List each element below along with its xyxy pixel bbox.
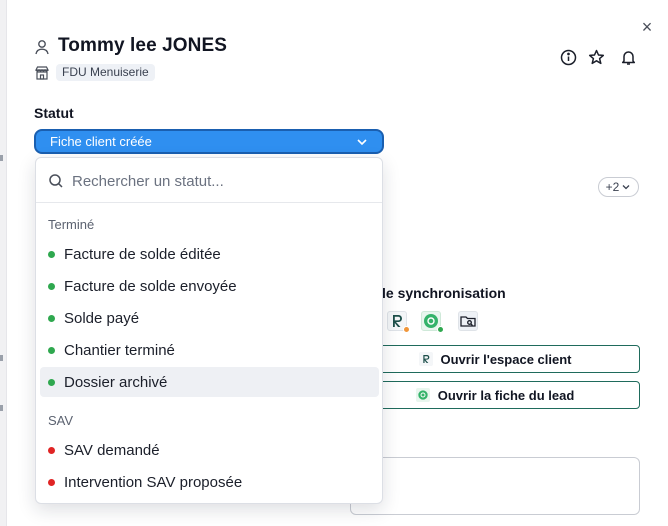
more-tags-count: +2 <box>605 180 620 194</box>
close-icon: × <box>641 16 653 37</box>
lead-logo-icon <box>415 388 430 402</box>
open-lead-button[interactable]: Ouvrir la fiche du lead <box>350 381 640 409</box>
sync-status-dot <box>403 326 410 333</box>
status-option[interactable]: SAV demandé <box>40 435 379 465</box>
status-option[interactable]: Chantier terminé <box>40 335 379 365</box>
status-dot <box>48 478 55 486</box>
status-dot <box>48 378 55 386</box>
status-dot <box>48 282 55 290</box>
info-button[interactable] <box>558 47 578 67</box>
status-search-input[interactable] <box>72 170 362 192</box>
open-client-space-label: Ouvrir l'espace client <box>440 351 572 367</box>
status-option-label: SAV demandé <box>64 441 160 459</box>
sync-status-dot <box>437 326 444 333</box>
search-icon <box>49 174 63 188</box>
status-option-label: Dossier archivé <box>64 373 168 391</box>
status-option[interactable]: Solde payé <box>40 303 379 333</box>
status-label: Statut <box>34 105 74 121</box>
person-icon <box>35 40 49 55</box>
sync-section-title: le synchronisation <box>382 285 506 301</box>
status-search <box>36 158 382 203</box>
more-tags-button[interactable]: +2 <box>598 177 639 197</box>
group-label-termine: Terminé <box>48 217 95 232</box>
notes-textarea[interactable] <box>350 457 640 515</box>
status-select[interactable]: Fiche client créée <box>34 129 384 154</box>
store-icon <box>35 66 49 80</box>
open-client-space-button[interactable]: Ouvrir l'espace client <box>350 345 640 373</box>
status-option-label: Facture de solde éditée <box>64 245 221 263</box>
status-option-label: Intervention SAV proposée <box>64 473 243 491</box>
background-marker <box>0 155 3 161</box>
chevron-down-icon <box>357 139 367 146</box>
folder-search-icon <box>460 316 476 327</box>
status-dot <box>48 250 55 258</box>
status-dot <box>48 346 55 354</box>
sync-app-lead-button[interactable] <box>421 311 444 333</box>
status-option-label: Chantier terminé <box>64 341 175 359</box>
info-icon <box>560 49 576 65</box>
status-option-label: Solde payé <box>64 309 140 327</box>
star-icon <box>588 49 604 64</box>
status-dot <box>48 314 55 322</box>
status-option-highlighted[interactable]: Dossier archivé <box>40 367 379 397</box>
status-option[interactable]: Facture de solde éditée <box>40 239 379 269</box>
status-selected-value: Fiche client créée <box>50 134 152 149</box>
client-name-title: Tommy lee JONES <box>58 35 228 56</box>
sync-folder-button[interactable] <box>458 311 478 331</box>
background-marker <box>0 405 3 411</box>
open-lead-label: Ouvrir la fiche du lead <box>437 387 575 403</box>
company-badge[interactable]: FDU Menuiserie <box>56 64 155 81</box>
r-logo-icon <box>418 352 433 366</box>
bell-icon <box>621 50 635 65</box>
group-label-sav: SAV <box>48 413 74 428</box>
status-option-label: Facture de solde envoyée <box>64 277 237 295</box>
notifications-button[interactable] <box>618 47 638 67</box>
status-dot <box>48 446 55 454</box>
background-marker <box>0 355 3 361</box>
close-button[interactable]: × <box>636 16 658 38</box>
sync-app-r-button[interactable] <box>387 311 410 333</box>
chevron-down-icon <box>622 185 630 190</box>
status-option[interactable]: Facture de solde envoyée <box>40 271 379 301</box>
status-dropdown: Terminé Facture de solde éditée Facture … <box>35 157 383 504</box>
status-option[interactable]: Intervention SAV proposée <box>40 467 379 497</box>
favorite-button[interactable] <box>586 47 606 67</box>
